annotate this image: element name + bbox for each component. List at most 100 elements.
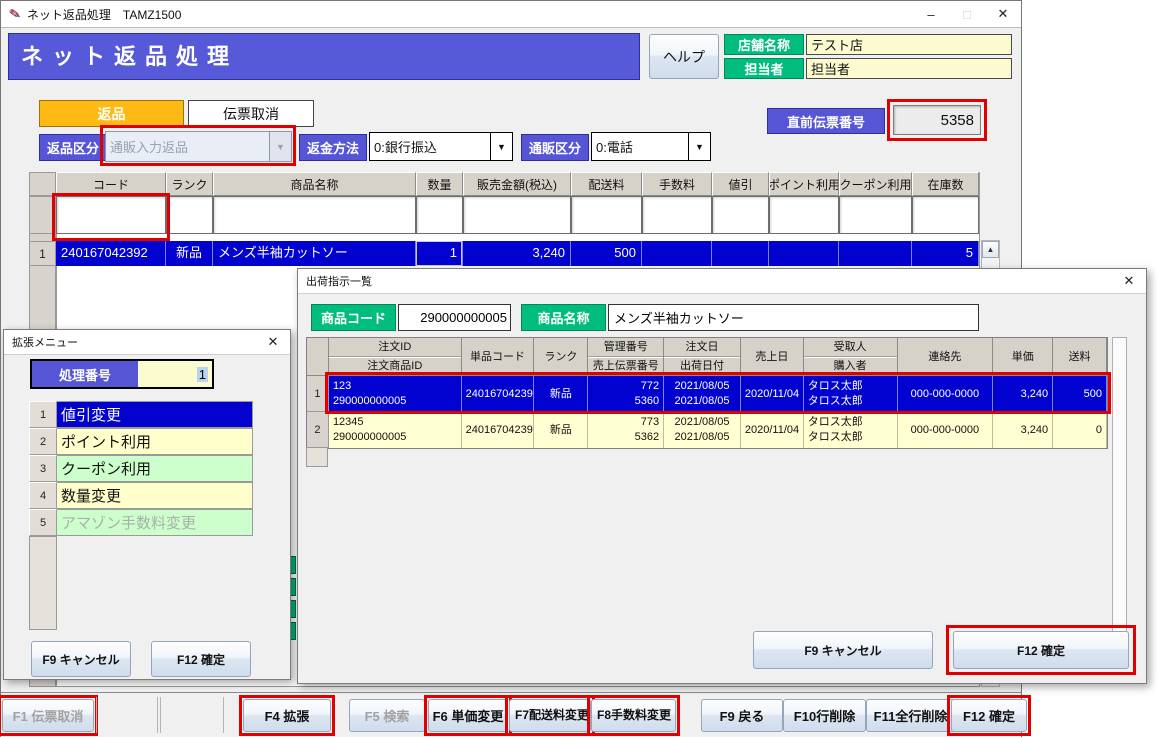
ship-cancel-button[interactable]: F9 キャンセル bbox=[753, 631, 933, 669]
shipping-table-header: 注文ID注文商品ID単品コードランク管理番号売上伝票番号注文日出荷日付売上日受取… bbox=[307, 338, 1107, 376]
ext-menu-titlebar: 拡張メニュー ✕ bbox=[4, 330, 290, 355]
fkey-f4-button[interactable]: F4 拡張 bbox=[243, 699, 331, 732]
ship-cell: 3,240 bbox=[993, 376, 1053, 412]
ext-item-number: 5 bbox=[29, 509, 57, 536]
fkey-f5-button[interactable]: F5 検索 bbox=[349, 699, 425, 732]
tab-voucher-cancel[interactable]: 伝票取消 bbox=[188, 100, 314, 127]
ship-cell: 000-000-0000 bbox=[898, 376, 994, 412]
fkey-f7-button[interactable]: F7配送料変更 bbox=[509, 699, 591, 732]
ship-cell: タロス太郎タロス太郎 bbox=[804, 376, 898, 412]
grid-entry-cell-1[interactable] bbox=[166, 196, 213, 234]
grid-cell[interactable] bbox=[712, 241, 769, 266]
grid-cell[interactable]: 240167042392 bbox=[56, 241, 166, 266]
shipping-table-stub bbox=[306, 447, 328, 467]
close-icon[interactable]: ✕ bbox=[256, 330, 290, 354]
ship-header-4: 注文日出荷日付 bbox=[664, 338, 741, 376]
grid-entry-cell-0[interactable] bbox=[56, 196, 166, 234]
ship-header-0: 注文ID注文商品ID bbox=[329, 338, 462, 376]
ext-menu-item-2[interactable]: 2ポイント利用 bbox=[29, 428, 253, 455]
fkey-f8-button[interactable]: F8手数料変更 bbox=[591, 699, 676, 732]
ext-item-label: 値引変更 bbox=[57, 401, 253, 428]
fkey-f12-button[interactable]: F12 確定 bbox=[951, 699, 1027, 732]
grid-cell[interactable] bbox=[769, 241, 839, 266]
ship-cell: 500 bbox=[1053, 376, 1107, 412]
fkey-wrap-f7: F7配送料変更 bbox=[505, 695, 595, 736]
grid-cell[interactable]: 1 bbox=[416, 241, 463, 266]
grid-entry-cell-9[interactable] bbox=[839, 196, 912, 234]
grid-cell[interactable]: 5 bbox=[912, 241, 979, 266]
fkey-wrap-f12: F12 確定 bbox=[947, 695, 1031, 736]
function-key-bar: F1 伝票取消 F4 拡張 F5 検索F6 単価変更F7配送料変更F8手数料変更 F9… bbox=[1, 692, 1021, 737]
grid-cell[interactable]: 500 bbox=[571, 241, 642, 266]
ship-confirm-button[interactable]: F12 確定 bbox=[953, 631, 1129, 669]
grid-cell[interactable]: 新品 bbox=[166, 241, 213, 266]
channel-type-dropdown[interactable]: 0:電話 ▼ bbox=[591, 132, 711, 161]
product-name-label: 商品名称 bbox=[521, 304, 606, 331]
ship-row-number[interactable]: 2 bbox=[307, 412, 329, 448]
grid-cell[interactable] bbox=[642, 241, 712, 266]
grid-cell[interactable]: 3,240 bbox=[463, 241, 571, 266]
grid-entry-cell-10[interactable] bbox=[912, 196, 979, 234]
grid-cell[interactable]: メンズ半袖カットソー bbox=[213, 241, 416, 266]
ship-cell: 2020/11/04 bbox=[741, 376, 804, 412]
store-name-label: 店舗名称 bbox=[724, 34, 804, 55]
ext-item-label: クーポン利用 bbox=[57, 455, 253, 482]
staff-label: 担当者 bbox=[724, 58, 804, 79]
ship-cell: 2021/08/052021/08/05 bbox=[664, 376, 741, 412]
ship-row-2[interactable]: 212345290000000005240167042392新品77353622… bbox=[307, 412, 1107, 448]
ship-cell: 2021/08/052021/08/05 bbox=[664, 412, 741, 448]
ext-menu-item-5[interactable]: 5アマゾン手数料変更 bbox=[29, 509, 253, 536]
process-number-input[interactable]: 1 bbox=[138, 361, 212, 387]
ext-item-number: 2 bbox=[29, 428, 57, 455]
window-title: ネット返品処理 TAMZ1500 bbox=[27, 6, 181, 23]
tab-return[interactable]: 返品 bbox=[39, 100, 184, 127]
ship-header-7: 連絡先 bbox=[898, 338, 994, 376]
ext-confirm-button[interactable]: F12 確定 bbox=[151, 641, 251, 677]
refund-method-value: 0:銀行振込 bbox=[370, 133, 490, 160]
chevron-down-icon: ▼ bbox=[490, 133, 512, 160]
fkey-f11-button[interactable]: F11全行削除 bbox=[866, 699, 955, 732]
fkey-wrap-f5: F5 検索 bbox=[345, 695, 429, 736]
scroll-up-icon[interactable]: ▲ bbox=[982, 241, 999, 258]
grid-row-number[interactable]: 1 bbox=[29, 241, 56, 266]
grid-entry-cell-2[interactable] bbox=[213, 196, 416, 234]
shipping-list-dialog: 出荷指示一覧 ✕ 商品コード 290000000005 商品名称 メンズ半袖カッ… bbox=[297, 268, 1147, 684]
fkey-f6-button[interactable]: F6 単価変更 bbox=[428, 699, 508, 732]
last-slip-number-label: 直前伝票番号 bbox=[767, 108, 885, 134]
shipping-scrollbar[interactable] bbox=[1112, 337, 1127, 669]
fkey-f10-button[interactable]: F10行削除 bbox=[783, 699, 866, 732]
grid-entry-cell-4[interactable] bbox=[463, 196, 571, 234]
close-icon[interactable]: ✕ bbox=[985, 1, 1021, 27]
ship-header-8: 単価 bbox=[993, 338, 1053, 376]
last-slip-number-value: 5358 bbox=[893, 105, 981, 135]
channel-type-label: 通販区分 bbox=[521, 134, 589, 161]
grid-entry-cell-6[interactable] bbox=[642, 196, 712, 234]
grid-entry-cell-7[interactable] bbox=[712, 196, 769, 234]
ship-cell: 新品 bbox=[534, 412, 588, 448]
ext-menu-list: 1値引変更2ポイント利用3クーポン利用4数量変更5アマゾン手数料変更 bbox=[29, 401, 253, 536]
ship-header-2: ランク bbox=[534, 338, 588, 376]
ship-cell: タロス太郎タロス太郎 bbox=[804, 412, 898, 448]
ship-cell: 7725360 bbox=[588, 376, 664, 412]
chevron-down-icon: ▼ bbox=[269, 132, 291, 161]
fkey-f9-button[interactable]: F9 戻る bbox=[701, 699, 783, 732]
ship-row-number[interactable]: 1 bbox=[307, 376, 329, 412]
grid-entry-cell-3[interactable] bbox=[416, 196, 463, 234]
ext-cancel-button[interactable]: F9 キャンセル bbox=[31, 641, 131, 677]
fkey-f1-button[interactable]: F1 伝票取消 bbox=[2, 699, 94, 732]
shipping-list-title: 出荷指示一覧 bbox=[306, 273, 372, 289]
grid-entry-cell-8[interactable] bbox=[769, 196, 839, 234]
ship-header-6: 受取人購入者 bbox=[804, 338, 898, 376]
refund-method-dropdown[interactable]: 0:銀行振込 ▼ bbox=[369, 132, 513, 161]
close-icon[interactable]: ✕ bbox=[1112, 269, 1146, 293]
ship-row-1[interactable]: 1123290000000005240167042392新品7725360202… bbox=[307, 376, 1107, 412]
ext-menu-item-3[interactable]: 3クーポン利用 bbox=[29, 455, 253, 482]
grid-cell[interactable] bbox=[839, 241, 912, 266]
ext-menu-item-4[interactable]: 4数量変更 bbox=[29, 482, 253, 509]
help-button[interactable]: ヘルプ bbox=[649, 34, 719, 79]
minimize-icon[interactable]: – bbox=[913, 1, 949, 27]
product-code-label: 商品コード bbox=[311, 304, 396, 331]
grid-entry-cell-5[interactable] bbox=[571, 196, 642, 234]
ext-menu-item-1[interactable]: 1値引変更 bbox=[29, 401, 253, 428]
return-type-dropdown[interactable]: 通販入力返品 ▼ bbox=[105, 131, 292, 162]
